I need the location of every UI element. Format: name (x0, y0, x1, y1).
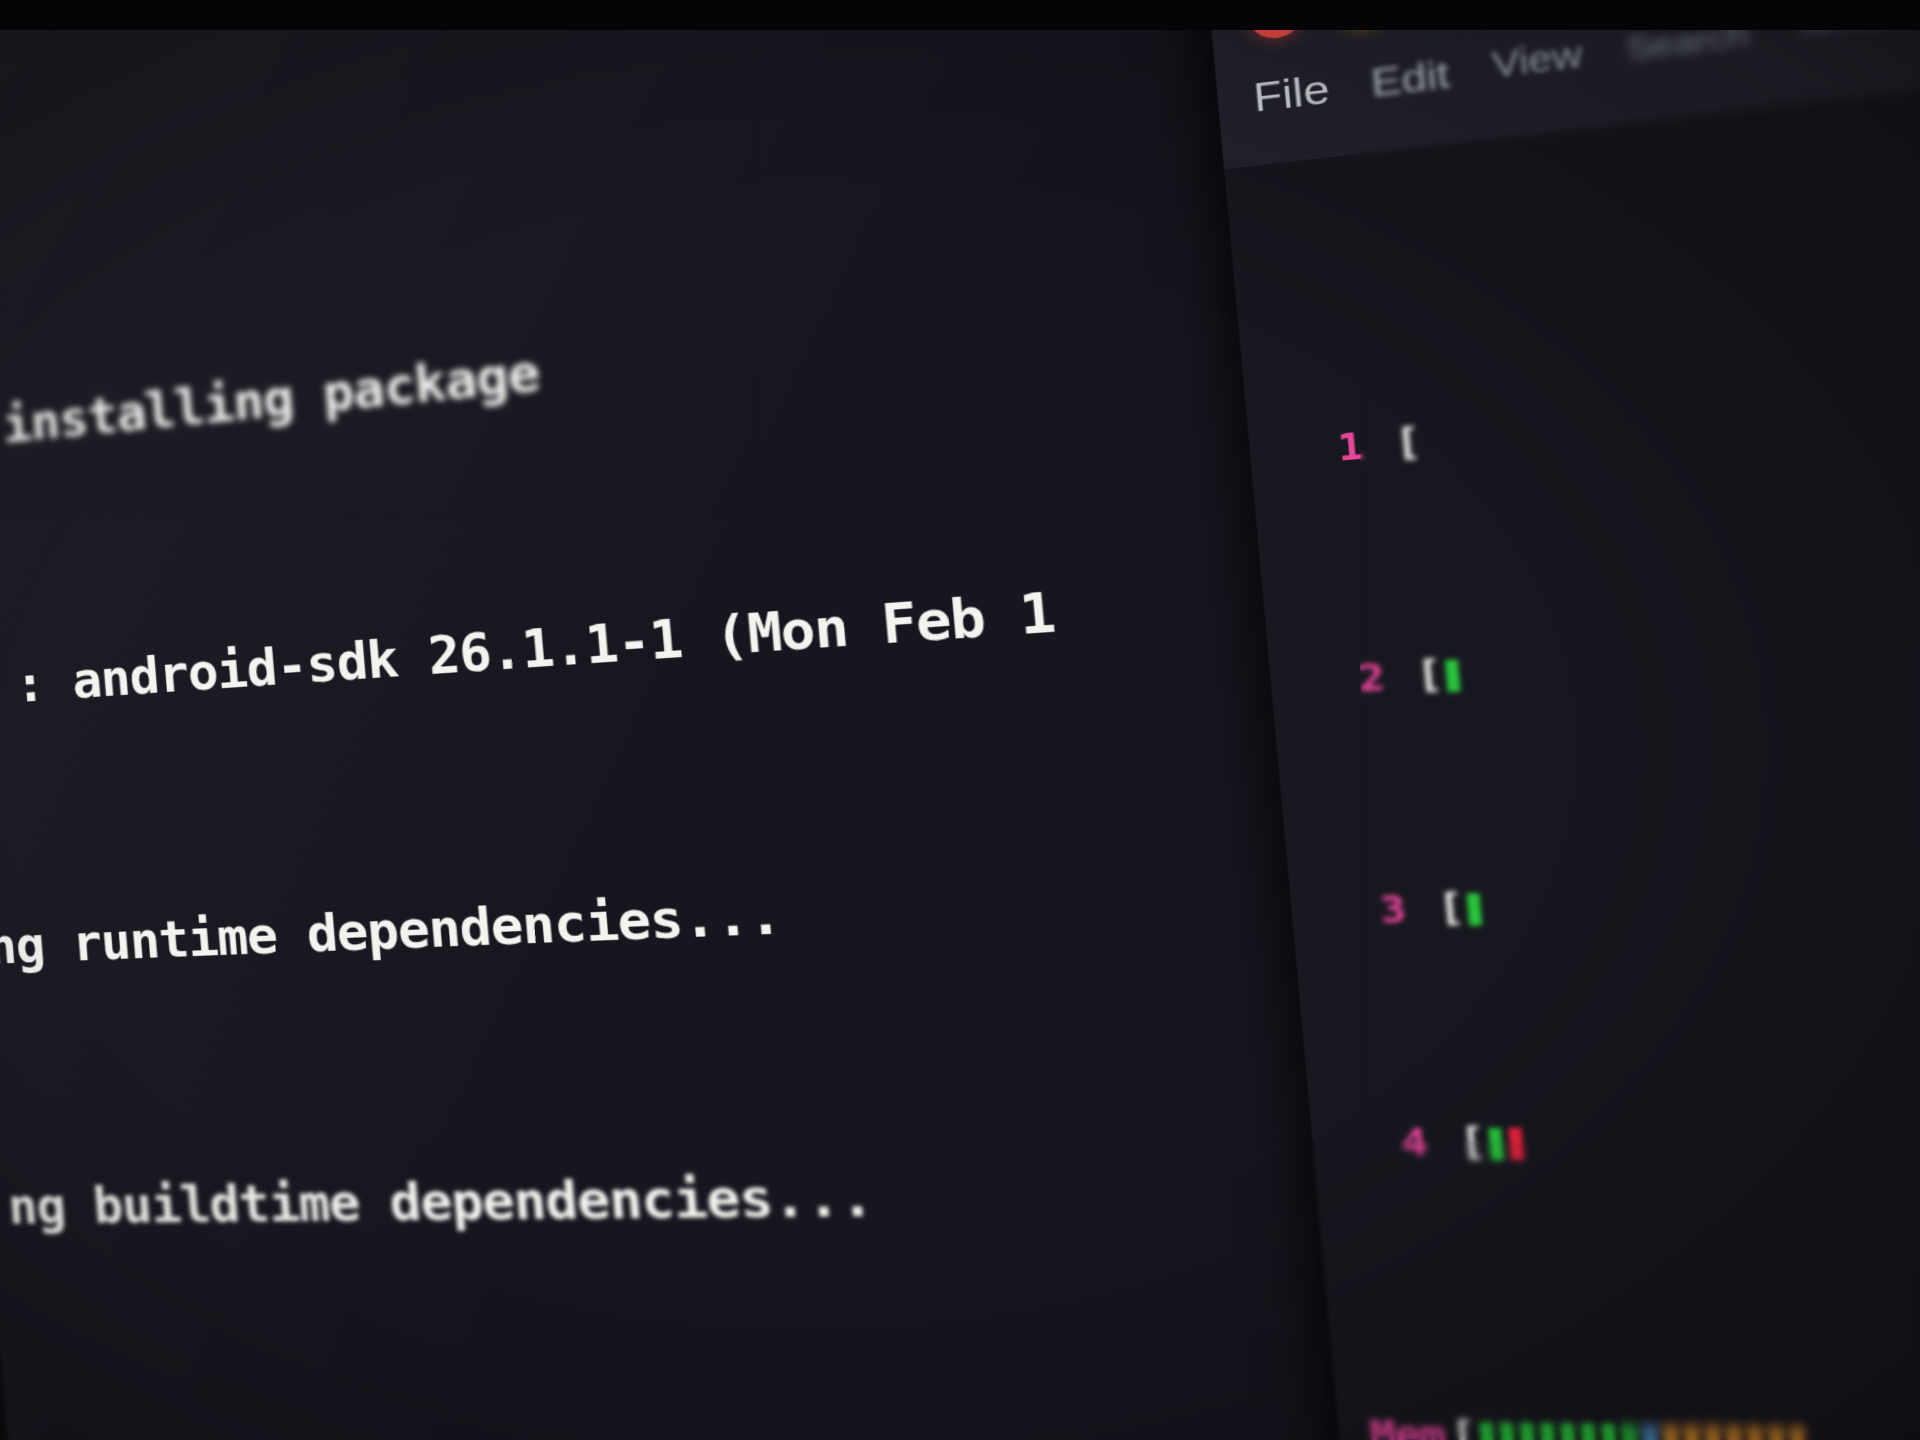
cpu-meter-1: 1 [ 0.0% ] (1248, 276, 1920, 485)
photo-of-monitor: Help d installing package : android-sdk … (0, 0, 1920, 1440)
meter-bracket-open: [ (1392, 419, 1424, 466)
htop-body: 1 [ 0.0% ] 2 [ 0.5% ] 3 [ 0.5 (1224, 0, 1920, 1440)
monitor-screen: Help d installing package : android-sdk … (0, 0, 1920, 1440)
cpu-index-2: 2 (1356, 655, 1388, 702)
bezel-top (0, 0, 1920, 30)
mem-meter: Mem [ 2.88G/15.4G ] (1337, 1406, 1920, 1440)
cpu-meter-4: 4 [ 1.0% ] (1310, 1084, 1920, 1174)
cpu-bar-3 (1465, 878, 1490, 937)
meter-bracket-open: [ (1448, 1412, 1480, 1440)
cpu-bar-2 (1443, 644, 1468, 704)
cpu-index-1: 1 (1335, 424, 1366, 471)
cpu-index-4: 4 (1399, 1120, 1430, 1166)
cpu-meter-2: 2 [ 0.5% ] (1268, 544, 1920, 714)
mem-bar (1477, 1407, 1814, 1440)
meter-bracket-open: [ (1414, 651, 1445, 698)
menu-item-edit[interactable]: Edit (1369, 52, 1451, 107)
menu-item-file[interactable]: File (1252, 66, 1332, 122)
cpu-index-3: 3 (1378, 887, 1409, 933)
meter-bracket-open: [ (1457, 1119, 1489, 1165)
meter-bracket-open: [ (1435, 884, 1467, 931)
cpu-meter-3: 3 [ 0.5% ] (1289, 813, 1920, 943)
cpu-bar-4 (1486, 1112, 1532, 1171)
mem-label: Mem (1367, 1412, 1447, 1440)
